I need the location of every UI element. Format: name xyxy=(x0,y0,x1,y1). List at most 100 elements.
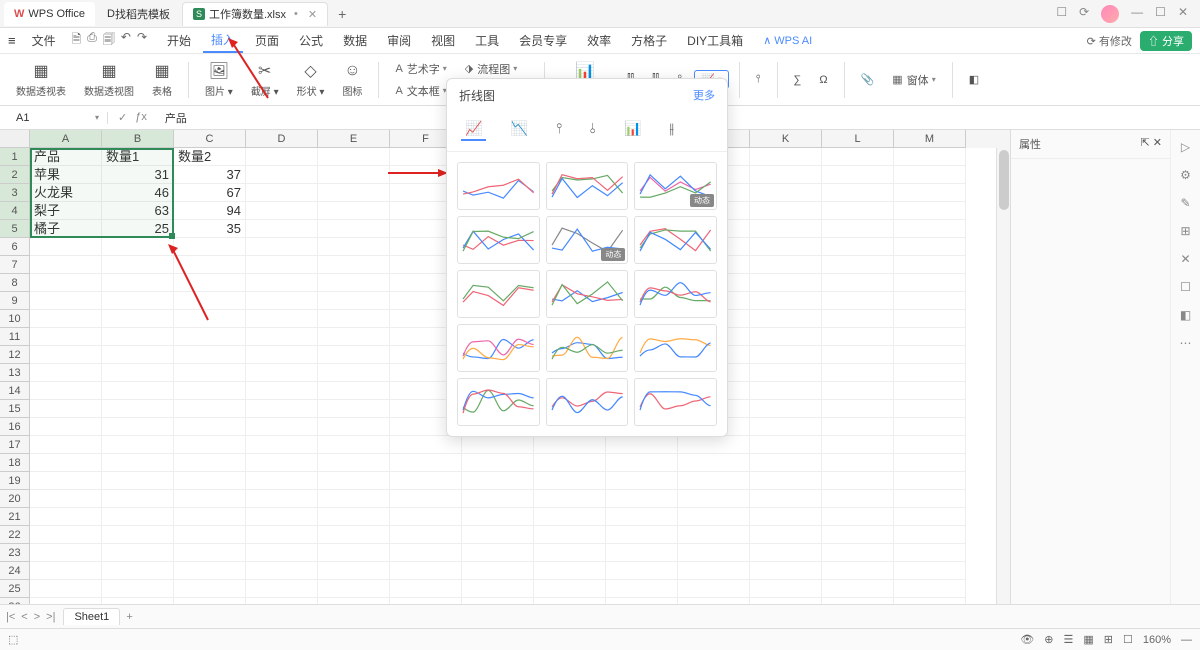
rail-icon-more[interactable]: ⋯ xyxy=(1180,336,1192,350)
cell[interactable] xyxy=(462,508,534,526)
cell[interactable] xyxy=(30,526,102,544)
rib-attachment[interactable]: 📎 xyxy=(855,71,881,88)
close-panel-icon[interactable]: ✕ xyxy=(1153,137,1162,149)
cell[interactable] xyxy=(246,220,318,238)
rib-picture[interactable]: 🖼图片 ▾ xyxy=(199,61,239,98)
cell[interactable] xyxy=(318,418,390,436)
rail-icon-1[interactable]: ▷ xyxy=(1181,140,1190,154)
cell[interactable] xyxy=(246,238,318,256)
cell[interactable] xyxy=(462,472,534,490)
status-icon-2[interactable]: ⊕ xyxy=(1044,633,1053,646)
cell[interactable] xyxy=(246,346,318,364)
cell[interactable] xyxy=(822,454,894,472)
rib-textbox[interactable]: A文本框▾ xyxy=(389,81,452,101)
cell[interactable] xyxy=(822,508,894,526)
menu-insert[interactable]: 插入 xyxy=(203,28,243,53)
cell[interactable] xyxy=(174,490,246,508)
rib-pivot-table[interactable]: ▦数据透视表 xyxy=(10,61,72,98)
cell[interactable] xyxy=(534,454,606,472)
chart-type-100stacked[interactable]: 📊 xyxy=(620,118,645,141)
menu-member[interactable]: 会员专享 xyxy=(511,29,575,52)
cell[interactable] xyxy=(174,292,246,310)
row-header[interactable]: 25 xyxy=(0,580,30,598)
cell[interactable] xyxy=(102,598,174,604)
tab-template[interactable]: D找稻壳模板 xyxy=(97,2,180,26)
row-header[interactable]: 23 xyxy=(0,544,30,562)
cell[interactable] xyxy=(102,400,174,418)
avatar[interactable] xyxy=(1101,5,1119,23)
cell[interactable] xyxy=(894,418,966,436)
row-header[interactable]: 11 xyxy=(0,328,30,346)
cell[interactable] xyxy=(894,400,966,418)
cell[interactable] xyxy=(318,274,390,292)
chart-type-line-markers[interactable]: 📉 xyxy=(506,118,531,141)
cell[interactable] xyxy=(246,202,318,220)
column-header[interactable]: M xyxy=(894,130,966,148)
cell[interactable]: 37 xyxy=(174,166,246,184)
cell[interactable] xyxy=(894,292,966,310)
cell[interactable] xyxy=(174,382,246,400)
sheet-tab-active[interactable]: Sheet1 xyxy=(63,608,120,625)
cell[interactable] xyxy=(246,328,318,346)
cell[interactable] xyxy=(30,346,102,364)
cell[interactable] xyxy=(390,472,462,490)
cell[interactable] xyxy=(750,220,822,238)
cell[interactable] xyxy=(822,148,894,166)
maximize-icon[interactable]: ☐ xyxy=(1155,5,1166,23)
rail-icon-4[interactable]: ⊞ xyxy=(1180,224,1190,238)
hamburger-icon[interactable]: ≡ xyxy=(8,33,16,48)
chart-thumbnail[interactable]: 动态 xyxy=(546,216,629,264)
cell[interactable] xyxy=(318,220,390,238)
cell[interactable] xyxy=(30,256,102,274)
rib-shape[interactable]: ◇形状 ▾ xyxy=(291,61,331,98)
cell[interactable] xyxy=(318,184,390,202)
cell[interactable] xyxy=(174,508,246,526)
cell[interactable] xyxy=(822,328,894,346)
cell[interactable]: 25 xyxy=(102,220,174,238)
cell[interactable] xyxy=(246,580,318,598)
cell[interactable] xyxy=(750,184,822,202)
cell[interactable] xyxy=(174,436,246,454)
status-icon-1[interactable]: 👁 xyxy=(1020,633,1034,646)
cell[interactable] xyxy=(750,526,822,544)
chart-thumbnail[interactable]: 动态 xyxy=(634,162,717,210)
chart-type-line[interactable]: 📈 xyxy=(461,118,486,141)
cell[interactable] xyxy=(174,526,246,544)
cell[interactable] xyxy=(30,580,102,598)
cell[interactable] xyxy=(318,454,390,472)
cell[interactable] xyxy=(894,274,966,292)
menu-diy[interactable]: DIY工具箱 xyxy=(679,29,751,52)
cell[interactable] xyxy=(822,400,894,418)
row-header[interactable]: 1 xyxy=(0,148,30,166)
cell[interactable] xyxy=(318,256,390,274)
cell[interactable] xyxy=(534,436,606,454)
cell[interactable] xyxy=(318,508,390,526)
cell[interactable] xyxy=(750,166,822,184)
cell[interactable] xyxy=(534,526,606,544)
cell[interactable] xyxy=(534,562,606,580)
cell[interactable] xyxy=(606,490,678,508)
chart-more-link[interactable]: 更多 xyxy=(693,87,715,104)
cell[interactable] xyxy=(822,202,894,220)
cell[interactable] xyxy=(174,328,246,346)
cell[interactable] xyxy=(750,508,822,526)
cell[interactable] xyxy=(390,562,462,580)
chart-thumbnail[interactable] xyxy=(457,324,540,372)
row-header[interactable]: 15 xyxy=(0,400,30,418)
cell[interactable] xyxy=(318,526,390,544)
cell[interactable] xyxy=(318,562,390,580)
cell[interactable] xyxy=(678,526,750,544)
cell[interactable] xyxy=(318,490,390,508)
cell[interactable] xyxy=(318,292,390,310)
cell[interactable] xyxy=(462,580,534,598)
rib-flowchart[interactable]: ⬗流程图▾ xyxy=(459,59,534,79)
qat-preview-icon[interactable]: 🗐 xyxy=(103,30,115,51)
cell[interactable] xyxy=(318,364,390,382)
cell[interactable] xyxy=(822,490,894,508)
rail-icon-7[interactable]: ◧ xyxy=(1180,308,1191,322)
cell[interactable] xyxy=(30,562,102,580)
cell[interactable] xyxy=(246,544,318,562)
row-header[interactable]: 19 xyxy=(0,472,30,490)
add-sheet-button[interactable]: + xyxy=(126,611,132,623)
cell[interactable] xyxy=(246,184,318,202)
